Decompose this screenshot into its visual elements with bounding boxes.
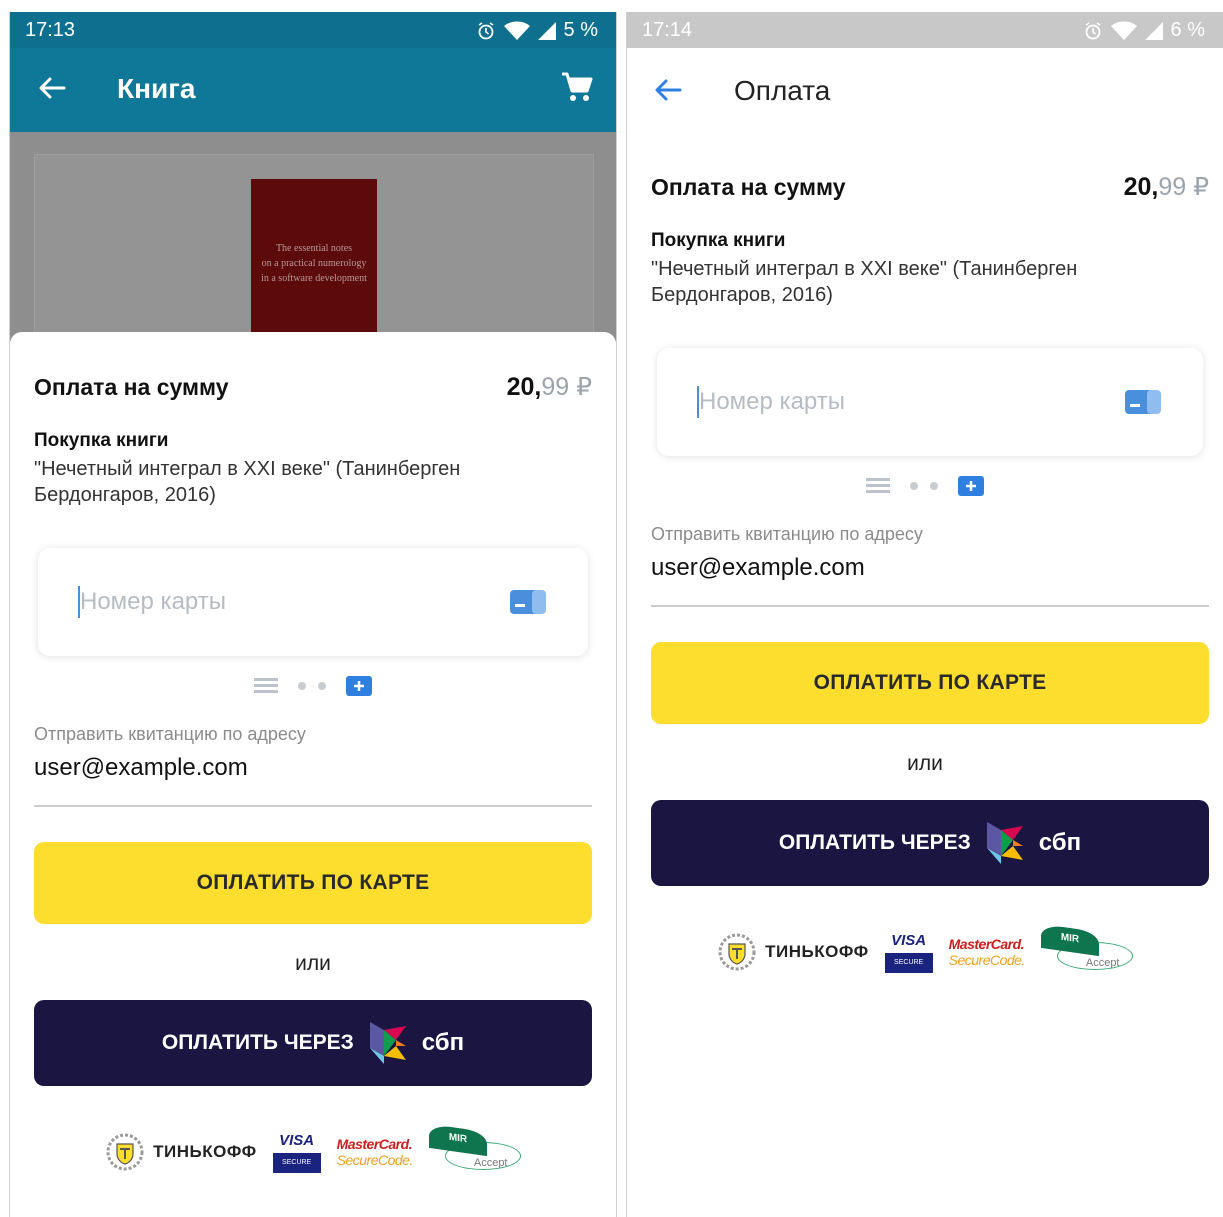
pager-dot (930, 482, 938, 490)
card-number-input[interactable] (80, 584, 460, 620)
receipt-underline (34, 805, 592, 807)
pay-via-sbp-button[interactable]: ОПЛАТИТЬ ЧЕРЕЗ сбп (34, 1000, 592, 1086)
pay-via-sbp-button[interactable]: ОПЛАТИТЬ ЧЕРЕЗ сбп (651, 800, 1209, 886)
sum-amount: 20,99 ₽ (506, 373, 592, 401)
sbp-logo-icon (986, 822, 1023, 864)
sbp-logo-icon (369, 1022, 406, 1064)
tinkoff-logo: ТИНЬКОФФ (717, 932, 869, 972)
alarm-icon (478, 21, 493, 39)
or-separator: или (295, 952, 331, 975)
purchase-description: "Нечетный интеграл в XXI веке" (Танинбер… (651, 258, 1078, 306)
purchase-title: Покупка книги (651, 230, 786, 251)
card-number-field[interactable] (657, 348, 1203, 456)
status-time: 17:13 (25, 19, 76, 41)
receipt-label: Отправить квитанцию по адресу (651, 524, 923, 544)
pay-sbp-label: ОПЛАТИТЬ ЧЕРЕЗ (778, 831, 971, 854)
add-card-icon[interactable] (958, 476, 984, 496)
dimmed-book-area: The essential notes on a practical numer… (10, 132, 616, 354)
tinkoff-emblem-icon (718, 933, 756, 971)
sum-label: Оплата на сумму (34, 374, 229, 400)
wifi-icon (503, 21, 530, 40)
sbp-text: сбп (1038, 829, 1082, 856)
battery-text: 6 % (1170, 19, 1205, 41)
or-separator: или (907, 752, 943, 775)
back-arrow-icon[interactable] (653, 75, 683, 105)
list-icon[interactable] (866, 478, 890, 494)
pay-by-card-button[interactable]: ОПЛАТИТЬ ПО КАРТЕ (651, 642, 1209, 724)
page-title: Книга (117, 73, 196, 104)
card-number-field[interactable] (38, 548, 588, 656)
receipt-email-field[interactable]: user@example.com (651, 554, 865, 582)
sbp-text: сбп (421, 1029, 465, 1056)
receipt-label: Отправить квитанцию по адресу (34, 724, 306, 744)
purchase-description: "Нечетный интеграл в XXI веке" (Танинбер… (34, 458, 461, 506)
back-arrow-icon[interactable] (36, 72, 68, 104)
visa-secure-logo: VISA SECURE (884, 932, 933, 973)
app-bar: Оплата (627, 48, 1223, 132)
app-bar: Книга (10, 48, 616, 132)
status-bar: 17:14 6 % (627, 12, 1223, 48)
mastercard-securecode-logo: MasterCard. SecureCode. (948, 936, 1026, 968)
mir-accept-logo: Accept MIR (428, 1123, 521, 1176)
cart-icon[interactable] (560, 70, 594, 104)
status-bar: 17:13 5 % (10, 12, 616, 48)
pay-sbp-label: ОПЛАТИТЬ ЧЕРЕЗ (161, 1031, 354, 1054)
sum-label: Оплата на сумму (651, 174, 846, 200)
card-pager (627, 476, 1223, 496)
card-icon (510, 590, 546, 614)
pay-by-card-button[interactable]: ОПЛАТИТЬ ПО КАРТЕ (34, 842, 592, 924)
screen-book-payment-sheet: 17:13 5 % Книга The essential notes on a… (9, 12, 617, 1217)
receipt-email-field[interactable]: user@example.com (34, 754, 248, 782)
screen-payment-page: 17:14 6 % Оплата Оплата на сумму 20,99 ₽… (626, 12, 1223, 1217)
payment-sheet: Оплата на сумму 20,99 ₽ Покупка книги "Н… (10, 332, 616, 1217)
mastercard-securecode-logo: MasterCard. SecureCode. (336, 1136, 414, 1168)
payment-logos: ТИНЬКОФФ VISA SECURE MasterCard. SecureC… (10, 1122, 616, 1182)
signal-icon (537, 21, 556, 40)
battery-text: 5 % (563, 19, 598, 41)
signal-icon (1144, 21, 1163, 40)
pager-dot (298, 682, 306, 690)
payment-logos: ТИНЬКОФФ VISA SECURE MasterCard. SecureC… (627, 922, 1223, 982)
book-cover: The essential notes on a practical numer… (251, 179, 377, 349)
status-time: 17:14 (642, 19, 693, 41)
visa-secure-logo: VISA SECURE (272, 1132, 321, 1173)
card-number-input[interactable] (699, 384, 1079, 420)
list-icon[interactable] (254, 678, 278, 694)
tinkoff-emblem-icon (106, 1133, 144, 1171)
receipt-underline (651, 605, 1209, 607)
mir-accept-logo: Accept MIR (1040, 923, 1133, 976)
card-pager (10, 676, 616, 696)
wifi-icon (1110, 21, 1137, 40)
add-card-icon[interactable] (346, 676, 372, 696)
tinkoff-logo: ТИНЬКОФФ (105, 1132, 257, 1172)
purchase-title: Покупка книги (34, 430, 169, 451)
sum-row: Оплата на сумму 20,99 ₽ (651, 172, 1209, 202)
sum-row: Оплата на сумму 20,99 ₽ (34, 372, 592, 402)
book-preview-frame: The essential notes on a practical numer… (34, 154, 594, 354)
pager-dot (910, 482, 918, 490)
page-title: Оплата (734, 75, 831, 106)
sum-amount: 20,99 ₽ (1123, 173, 1209, 201)
pager-dot (318, 682, 326, 690)
card-icon (1125, 390, 1161, 414)
payment-sheet: Оплата на сумму 20,99 ₽ Покупка книги "Н… (627, 132, 1223, 1217)
alarm-icon (1085, 21, 1100, 39)
